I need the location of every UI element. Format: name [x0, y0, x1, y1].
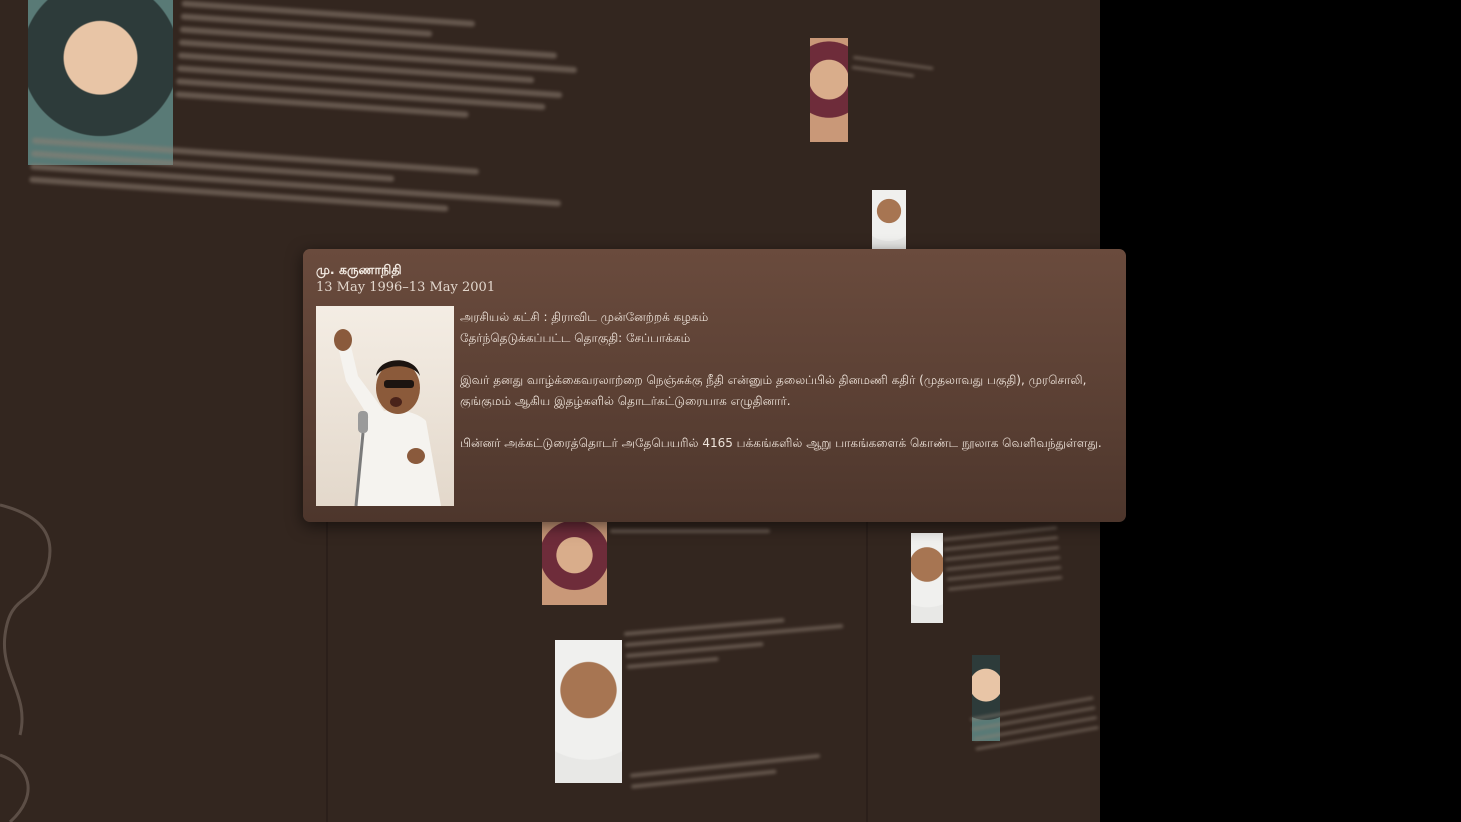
column-divider: [866, 522, 868, 822]
bg-portrait: [542, 522, 607, 605]
bg-card-text: [623, 605, 857, 676]
leader-detail-popup[interactable]: மு. கருணாநிதி 13 May 1996–13 May 2001 அர…: [303, 249, 1126, 522]
party-line: அரசியல் கட்சி : திராவிட முன்னேற்றக் கழகம…: [460, 310, 709, 324]
bg-card-text: [851, 49, 944, 88]
bg-portrait: [911, 533, 943, 623]
bg-card-text: [175, 0, 602, 134]
bg-card-text: [629, 743, 856, 795]
leader-info: அரசியல் கட்சி : திராவிட முன்னேற்றக் கழகம…: [460, 307, 1115, 454]
bg-card-text: [610, 522, 810, 540]
bg-card-text: [29, 131, 592, 229]
column-divider: [326, 522, 328, 822]
speaker-portrait-icon: [316, 306, 454, 506]
backdrop: [1100, 0, 1461, 822]
bg-portrait: [810, 38, 848, 142]
emblem-icon: [0, 503, 52, 822]
bg-portrait: [872, 190, 906, 250]
constituency-line: தேர்ந்தெடுக்கப்பட்ட தொகுதி: சேப்பாக்கம்: [460, 331, 691, 345]
term-dates: 13 May 1996–13 May 2001: [316, 280, 496, 295]
leader-name: மு. கருணாநிதி: [316, 262, 402, 277]
bg-portrait: [555, 640, 622, 783]
bio-paragraph: பின்னர் அக்கட்டுரைத்தொடர் அதேபெயரில் 416…: [460, 436, 1102, 450]
bg-card-text: [942, 519, 1063, 598]
bio-paragraph: இவர் தனது வாழ்க்கைவரலாற்றை நெஞ்சுக்கு நீ…: [460, 373, 1087, 408]
